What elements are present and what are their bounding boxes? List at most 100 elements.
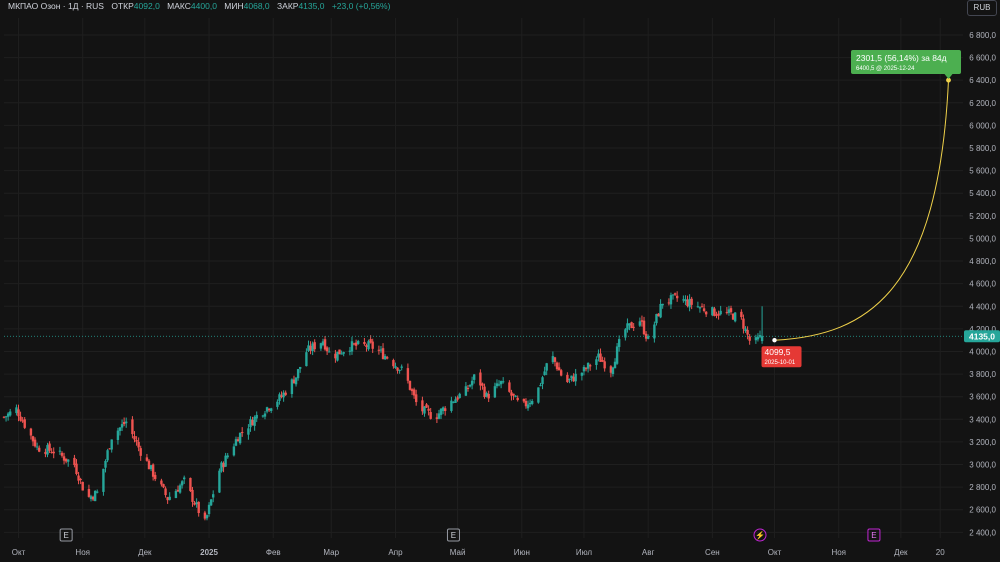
candle-body — [572, 376, 575, 382]
candle-body — [149, 465, 153, 470]
time-axis[interactable]: Окт Ноя Дек 2025 Фев Мар Апр Май Июн Июл Авг Сен Окт… — [12, 548, 945, 557]
candle-body — [510, 392, 513, 396]
candle-body — [684, 299, 687, 302]
candle-body — [189, 477, 192, 491]
y-tick-label: 4 800,0 — [969, 257, 996, 266]
candle-body — [657, 313, 660, 317]
earnings-marker-label: E — [451, 531, 456, 540]
candle-body — [713, 308, 716, 317]
candle-body — [110, 439, 113, 450]
candle-body — [367, 341, 370, 350]
candle-body — [400, 366, 403, 368]
y-tick-label: 2 600,0 — [969, 506, 996, 515]
candle-body — [483, 386, 486, 398]
price-chart[interactable]: 2 400,0 2 600,0 2 800,0 3 000,0 3 200,0 3 400… — [0, 0, 1000, 562]
candle-body — [38, 447, 41, 452]
candle-body — [613, 361, 617, 369]
candle-body — [323, 339, 327, 350]
y-tick-label: 6 600,0 — [969, 54, 996, 63]
candle-body — [251, 420, 254, 426]
symbol-name[interactable]: МКПАО Озон · 1Д · RUS — [8, 1, 104, 11]
candle-body — [265, 407, 269, 412]
candle-body — [754, 337, 758, 341]
candle-body — [464, 386, 468, 396]
candle-body — [377, 349, 381, 351]
price-axis[interactable]: 2 400,0 2 600,0 2 800,0 3 000,0 3 200,0 3 400… — [969, 31, 996, 537]
candle-body — [21, 420, 24, 422]
candle-body — [582, 366, 586, 372]
candle-body — [466, 387, 470, 389]
candle-body — [458, 393, 461, 398]
candle-body — [338, 349, 341, 355]
y-tick-label: 2 400,0 — [969, 528, 996, 537]
x-tick-label: Окт — [768, 548, 782, 557]
candle-body — [207, 504, 211, 515]
candle-body — [725, 312, 729, 314]
candle-body — [9, 411, 12, 416]
candle-body — [479, 372, 482, 386]
candle-body — [369, 339, 372, 343]
event-markers[interactable]: E E ⚡ E — [59, 528, 881, 542]
candle-body — [472, 374, 476, 380]
candle-body — [555, 362, 559, 370]
x-tick-label: Июл — [576, 548, 593, 557]
candle-body — [468, 384, 472, 387]
candle-body — [162, 484, 165, 488]
y-tick-label: 5 600,0 — [969, 167, 996, 176]
candle-body — [62, 456, 66, 461]
candle-body — [522, 398, 526, 402]
candle-body — [203, 512, 207, 519]
x-tick-label: Дек — [138, 548, 152, 557]
candle-body — [348, 350, 352, 352]
candle-body — [429, 412, 432, 419]
candle-body — [441, 407, 445, 411]
candle-body — [729, 308, 733, 313]
candle-body — [309, 345, 312, 351]
candle-body — [392, 360, 395, 367]
candle-body — [238, 432, 242, 444]
candle-body — [75, 463, 78, 474]
y-tick-label: 4 600,0 — [969, 280, 996, 289]
candle-body — [282, 392, 285, 398]
candle-body — [421, 400, 424, 412]
y-tick-label: 5 800,0 — [969, 144, 996, 153]
candle-body — [611, 367, 615, 374]
candle-body — [19, 416, 22, 421]
y-tick-label: 5 400,0 — [969, 189, 996, 198]
candle-body — [530, 401, 534, 405]
candle-body — [73, 457, 76, 465]
candle-body — [365, 345, 368, 347]
candle-body — [255, 414, 258, 419]
candle-body — [733, 312, 737, 322]
candle-body — [698, 307, 702, 309]
candle-body — [191, 489, 194, 502]
currency-button[interactable]: RUB — [967, 0, 997, 16]
candle-body — [412, 389, 416, 396]
x-tick-label: Авг — [642, 548, 655, 557]
candle-body — [659, 303, 662, 318]
candle-body — [350, 341, 354, 352]
candle-body — [160, 480, 163, 485]
candle-body — [512, 393, 515, 396]
open-value: 4092,0 — [133, 1, 160, 11]
candle-body — [452, 401, 455, 403]
candle-body — [394, 366, 397, 369]
candle-body — [528, 402, 532, 405]
candle-body — [164, 488, 167, 496]
candle-body — [292, 379, 296, 384]
candle-body — [234, 439, 238, 446]
candle-body — [704, 311, 708, 315]
candle-body — [340, 353, 343, 355]
candle-body — [630, 322, 633, 329]
candle-body — [599, 353, 602, 362]
candle-body — [327, 351, 331, 353]
candle-body — [145, 457, 149, 461]
candle-body — [597, 353, 600, 358]
candle-body — [197, 501, 200, 514]
candle-body — [147, 460, 151, 470]
candle-body — [543, 371, 546, 376]
start-price-text: 4099,5 — [765, 347, 791, 357]
candle-body — [406, 368, 410, 381]
candle-body — [211, 494, 215, 498]
candle-body — [688, 298, 691, 308]
